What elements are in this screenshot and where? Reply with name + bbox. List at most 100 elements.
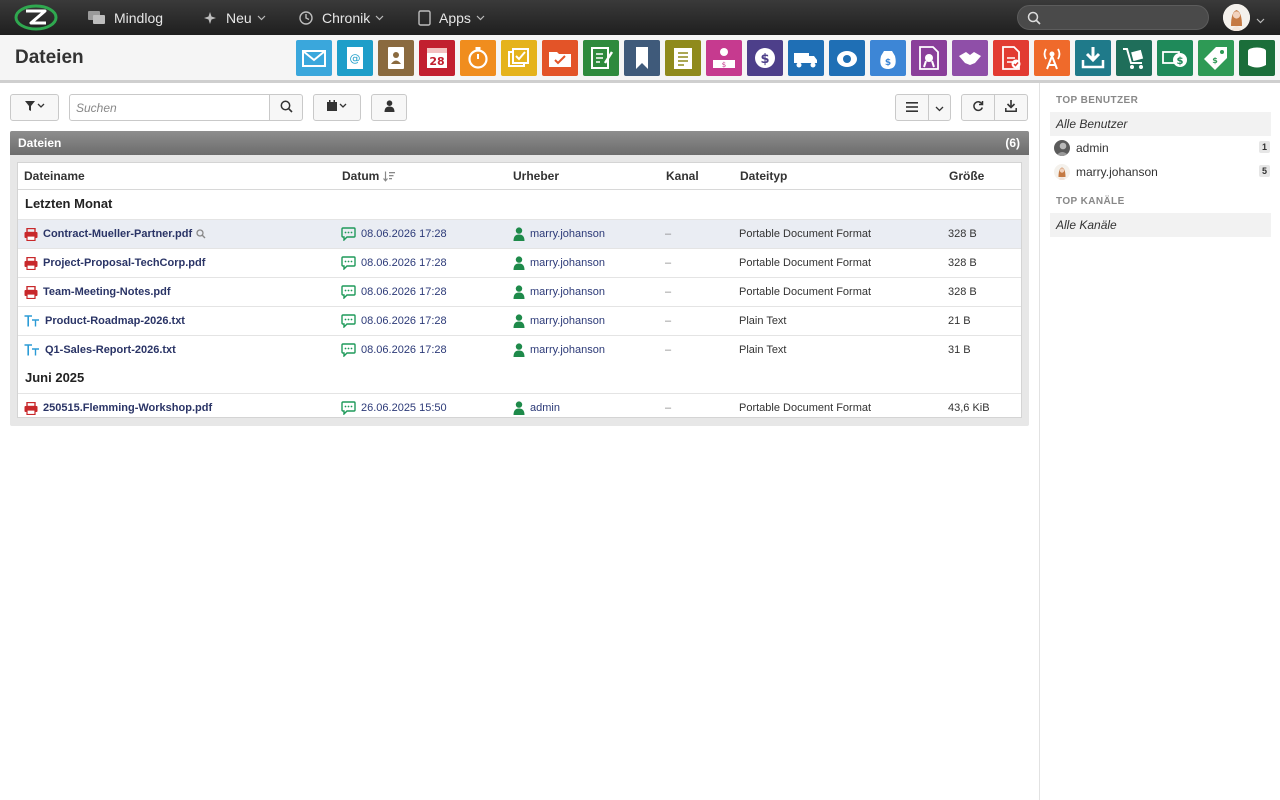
list-view-button[interactable] <box>895 94 929 121</box>
cash-app-icon[interactable]: $ <box>1157 40 1193 76</box>
file-type: Portable Document Format <box>739 228 872 240</box>
pdf-file-icon <box>24 285 38 299</box>
column-header-channel[interactable]: Kanal <box>666 169 699 183</box>
table-row[interactable]: Product-Roadmap-2026.txt 08.06.2026 17:28… <box>18 306 1021 335</box>
table-row[interactable]: Contract-Mueller-Partner.pdf 08.06.2026 1… <box>18 219 1021 248</box>
comment-icon[interactable] <box>341 285 356 299</box>
user-icon <box>513 314 525 328</box>
file-name-link[interactable]: Team-Meeting-Notes.pdf <box>43 286 171 298</box>
table-row[interactable]: Team-Meeting-Notes.pdf 08.06.2026 17:28 ma… <box>18 277 1021 306</box>
file-size: 328 B <box>948 286 977 298</box>
download-button[interactable] <box>994 94 1028 121</box>
column-header-name[interactable]: Dateiname <box>24 169 85 183</box>
file-count: (6) <box>1005 136 1020 150</box>
comment-icon[interactable] <box>341 227 356 241</box>
file-date: 08.06.2026 17:28 <box>361 315 447 327</box>
app-logo-icon[interactable] <box>14 4 58 31</box>
pricetag-app-icon[interactable]: $ <box>1198 40 1234 76</box>
file-name-link[interactable]: Project-Proposal-TechCorp.pdf <box>43 257 205 269</box>
projects-app-icon[interactable] <box>542 40 578 76</box>
file-author[interactable]: marry.johanson <box>530 286 605 298</box>
svg-text:$: $ <box>722 61 726 69</box>
file-name-link[interactable]: Q1-Sales-Report-2026.txt <box>45 344 176 356</box>
notes-app-icon[interactable] <box>583 40 619 76</box>
nav-chronik[interactable]: Chronik <box>298 0 384 35</box>
file-author[interactable]: admin <box>530 402 560 414</box>
column-header-size[interactable]: Größe <box>949 169 984 183</box>
file-author[interactable]: marry.johanson <box>530 315 605 327</box>
sidebar-user-marry[interactable]: marry.johanson 5 <box>1054 161 1270 183</box>
tasks-app-icon[interactable] <box>501 40 537 76</box>
column-header-author[interactable]: Urheber <box>513 169 559 183</box>
file-date: 26.06.2025 15:50 <box>361 402 447 414</box>
all-channels-filter[interactable]: Alle Kanäle <box>1050 213 1271 237</box>
table-row[interactable]: 250515.Flemming-Workshop.pdf 26.06.2025 1… <box>18 393 1021 422</box>
comment-icon[interactable] <box>341 256 356 270</box>
bookmark-app-icon[interactable] <box>624 40 660 76</box>
moneybag-app-icon[interactable]: $ <box>870 40 906 76</box>
table-row[interactable]: Q1-Sales-Report-2026.txt 08.06.2026 17:28… <box>18 335 1021 364</box>
contacts-app-icon[interactable] <box>378 40 414 76</box>
license-app-icon[interactable] <box>911 40 947 76</box>
filter-dropdown-button[interactable] <box>10 94 59 121</box>
file-date: 08.06.2026 17:28 <box>361 257 447 269</box>
piggybank-app-icon[interactable] <box>829 40 865 76</box>
comment-icon[interactable] <box>341 314 356 328</box>
timer-app-icon[interactable] <box>460 40 496 76</box>
file-type: Plain Text <box>739 344 787 356</box>
file-author[interactable]: marry.johanson <box>530 344 605 356</box>
mail-app-icon[interactable] <box>296 40 332 76</box>
pdf-app-icon[interactable] <box>993 40 1029 76</box>
nav-label: Chronik <box>322 9 371 26</box>
user-avatar[interactable] <box>1223 4 1250 31</box>
nav-neu[interactable]: Neu <box>202 0 266 35</box>
delivery-app-icon[interactable] <box>788 40 824 76</box>
file-author[interactable]: marry.johanson <box>530 257 605 269</box>
calendar-icon <box>326 100 348 115</box>
user-icon <box>513 285 525 299</box>
preview-search-icon[interactable] <box>196 229 206 239</box>
file-author[interactable]: marry.johanson <box>530 228 605 240</box>
sidebar-user-label: marry.johanson <box>1076 165 1158 179</box>
global-search-input[interactable] <box>1046 9 1201 27</box>
search-icon <box>1027 11 1041 28</box>
all-users-filter[interactable]: Alle Benutzer <box>1050 112 1271 136</box>
files-table: Dateiname Datum Urheber Kanal Dateityp G… <box>17 162 1022 418</box>
nav-mindlog[interactable]: Mindlog <box>88 0 163 35</box>
file-size: 31 B <box>948 344 971 356</box>
handshake-app-icon[interactable] <box>952 40 988 76</box>
documents-app-icon[interactable] <box>665 40 701 76</box>
comment-icon[interactable] <box>341 401 356 415</box>
refresh-button[interactable] <box>961 94 995 121</box>
search-input[interactable] <box>69 94 270 121</box>
calendar-app-icon[interactable]: 28 <box>419 40 455 76</box>
addressbook-app-icon[interactable]: @ <box>337 40 373 76</box>
view-options-dropdown[interactable] <box>928 94 951 121</box>
global-search[interactable] <box>1017 5 1209 30</box>
nav-apps[interactable]: Apps <box>418 0 485 35</box>
comment-icon[interactable] <box>341 343 356 357</box>
top-navbar: Mindlog Neu Chronik Apps <box>0 0 1280 35</box>
chevron-down-icon[interactable] <box>1256 13 1265 27</box>
file-name-link[interactable]: Contract-Mueller-Partner.pdf <box>43 228 192 240</box>
user-icon <box>513 401 525 415</box>
database-app-icon[interactable] <box>1239 40 1275 76</box>
download-app-icon[interactable] <box>1075 40 1111 76</box>
sidebar-user-admin[interactable]: admin 1 <box>1054 137 1270 159</box>
file-name-link[interactable]: Product-Roadmap-2026.txt <box>45 315 185 327</box>
cart-app-icon[interactable] <box>1116 40 1152 76</box>
file-name-link[interactable]: 250515.Flemming-Workshop.pdf <box>43 402 212 414</box>
finance-app-icon[interactable]: $ <box>747 40 783 76</box>
user-icon <box>384 100 395 115</box>
broadcast-app-icon[interactable] <box>1034 40 1070 76</box>
column-header-label: Datum <box>342 169 380 183</box>
table-row[interactable]: Project-Proposal-TechCorp.pdf 08.06.2026 … <box>18 248 1021 277</box>
column-header-date[interactable]: Datum <box>342 169 396 183</box>
column-header-type[interactable]: Dateityp <box>740 169 787 183</box>
cashdesk-app-icon[interactable]: $ <box>706 40 742 76</box>
nav-label: Apps <box>439 9 471 26</box>
user-count-badge: 1 <box>1258 141 1270 153</box>
search-button[interactable] <box>269 94 303 121</box>
date-filter-button[interactable] <box>313 94 361 121</box>
user-filter-button[interactable] <box>371 94 407 121</box>
